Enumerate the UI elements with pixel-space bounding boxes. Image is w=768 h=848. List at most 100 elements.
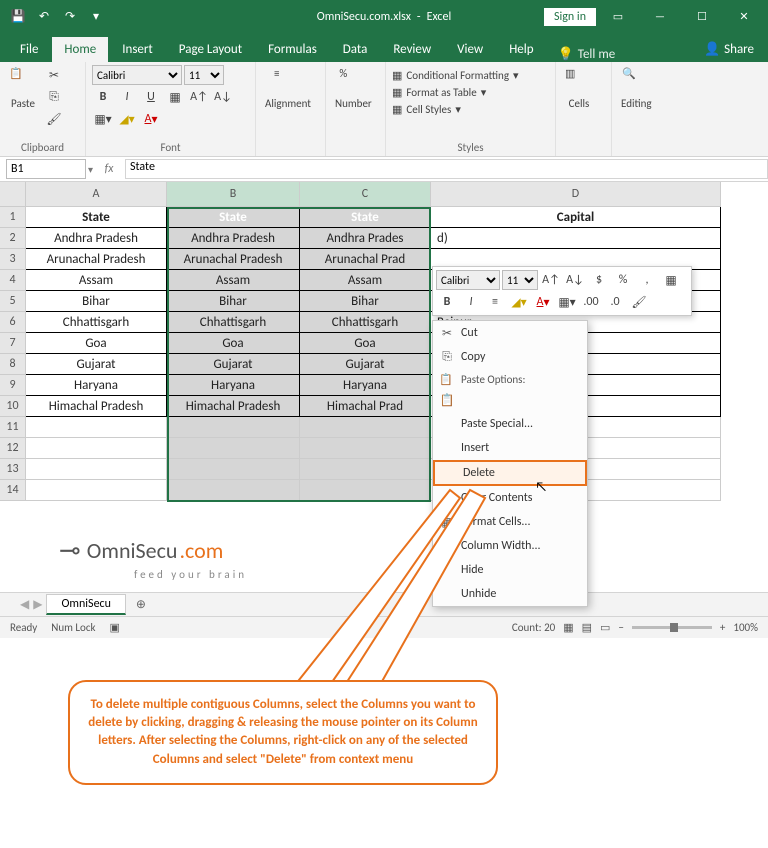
cell[interactable]: Haryana bbox=[167, 375, 300, 396]
paste-button[interactable]: 📋 Paste bbox=[6, 65, 40, 112]
cell[interactable]: State bbox=[26, 207, 167, 228]
maximize-icon[interactable]: ☐ bbox=[682, 0, 722, 33]
row-header[interactable]: 4 bbox=[0, 270, 25, 291]
cell[interactable]: State bbox=[167, 207, 300, 228]
cell[interactable]: Himachal Prad bbox=[300, 396, 431, 417]
cells-button[interactable]: ▥Cells bbox=[562, 65, 596, 112]
view-layout-icon[interactable]: ▤ bbox=[582, 621, 592, 634]
mini-font-select[interactable]: Calibri bbox=[436, 270, 500, 290]
fill-color-button[interactable]: ◢▾ bbox=[116, 109, 138, 129]
cell[interactable]: Chhattisgarh bbox=[300, 312, 431, 333]
tab-insert[interactable]: Insert bbox=[110, 37, 165, 62]
cell[interactable]: Goa bbox=[26, 333, 167, 354]
cell[interactable]: Gujarat bbox=[300, 354, 431, 375]
ctx-cut[interactable]: ✂Cut bbox=[433, 321, 587, 345]
cell[interactable]: State bbox=[300, 207, 431, 228]
row-header[interactable]: 10 bbox=[0, 396, 25, 417]
record-macro-icon[interactable]: ▣ bbox=[110, 621, 120, 634]
tab-home[interactable]: Home bbox=[52, 37, 108, 62]
mini-border[interactable]: ▦ bbox=[660, 270, 682, 290]
font-color-button[interactable]: A▾ bbox=[140, 109, 162, 129]
italic-button[interactable]: I bbox=[116, 87, 138, 107]
column-header[interactable]: A bbox=[26, 182, 167, 207]
cell[interactable] bbox=[167, 438, 300, 459]
cell[interactable]: Himachal Pradesh bbox=[26, 396, 167, 417]
undo-icon[interactable]: ↶ bbox=[32, 5, 56, 29]
cell[interactable]: Bihar bbox=[26, 291, 167, 312]
row-header[interactable]: 9 bbox=[0, 375, 25, 396]
tab-data[interactable]: Data bbox=[331, 37, 380, 62]
mini-italic[interactable]: I bbox=[460, 292, 482, 312]
zoom-out-icon[interactable]: − bbox=[618, 621, 623, 634]
cell[interactable] bbox=[26, 438, 167, 459]
column-header[interactable]: B bbox=[167, 182, 300, 207]
mini-dec-decimal[interactable]: .0 bbox=[604, 292, 626, 312]
alignment-button[interactable]: ≡Alignment bbox=[262, 65, 314, 112]
row-header[interactable]: 11 bbox=[0, 417, 25, 438]
cell[interactable]: Haryana bbox=[26, 375, 167, 396]
cell[interactable]: Gujarat bbox=[26, 354, 167, 375]
cell-styles-button[interactable]: ▦Cell Styles▾ bbox=[392, 103, 461, 116]
cell[interactable] bbox=[300, 459, 431, 480]
cell[interactable]: Bihar bbox=[300, 291, 431, 312]
cell[interactable] bbox=[26, 417, 167, 438]
row-header[interactable]: 14 bbox=[0, 480, 25, 501]
cell[interactable] bbox=[167, 417, 300, 438]
column-header[interactable]: D bbox=[431, 182, 721, 207]
cell[interactable] bbox=[167, 459, 300, 480]
number-button[interactable]: %Number bbox=[332, 65, 375, 112]
mini-format-painter[interactable]: 🖌 bbox=[628, 292, 650, 312]
mini-inc-decimal[interactable]: .00 bbox=[580, 292, 602, 312]
close-icon[interactable]: ✕ bbox=[724, 0, 764, 33]
ctx-paste-default[interactable]: 📋 bbox=[433, 388, 587, 412]
view-normal-icon[interactable]: ▦ bbox=[563, 621, 573, 634]
cell[interactable]: Goa bbox=[300, 333, 431, 354]
formula-input[interactable]: State bbox=[125, 159, 768, 179]
cell[interactable] bbox=[300, 438, 431, 459]
ctx-copy[interactable]: ⎘Copy bbox=[433, 345, 587, 369]
border-button[interactable]: ▦ bbox=[164, 87, 186, 107]
mini-bold[interactable]: B bbox=[436, 292, 458, 312]
copy-icon[interactable]: ⎘ bbox=[43, 87, 65, 107]
tell-me[interactable]: 💡 Tell me bbox=[558, 47, 616, 62]
ctx-delete[interactable]: Delete bbox=[433, 460, 587, 486]
mini-font-color[interactable]: A▾ bbox=[532, 292, 554, 312]
sheet-nav-next-icon[interactable]: ▶ bbox=[33, 597, 42, 612]
ctx-insert[interactable]: Insert bbox=[433, 436, 587, 460]
tab-formulas[interactable]: Formulas bbox=[256, 37, 329, 62]
cell[interactable]: Arunachal Pradesh bbox=[167, 249, 300, 270]
cell[interactable]: Gujarat bbox=[167, 354, 300, 375]
row-header[interactable]: 12 bbox=[0, 438, 25, 459]
cell[interactable]: Bihar bbox=[167, 291, 300, 312]
redo-icon[interactable]: ↷ bbox=[58, 5, 82, 29]
tab-review[interactable]: Review bbox=[381, 37, 443, 62]
cell[interactable]: Chhattisgarh bbox=[167, 312, 300, 333]
mini-grow-font[interactable]: A↑ bbox=[540, 270, 562, 290]
ctx-paste-special[interactable]: Paste Special... bbox=[433, 412, 587, 436]
border-dropdown[interactable]: ▦▾ bbox=[92, 109, 114, 129]
name-box[interactable]: B1 bbox=[6, 159, 86, 179]
cell[interactable] bbox=[300, 417, 431, 438]
zoom-slider[interactable] bbox=[632, 626, 712, 629]
tab-file[interactable]: File bbox=[8, 37, 50, 62]
ribbon-options-icon[interactable]: ▭ bbox=[598, 0, 638, 33]
cell[interactable]: Himachal Pradesh bbox=[167, 396, 300, 417]
cell[interactable]: d) bbox=[431, 228, 721, 249]
tab-page-layout[interactable]: Page Layout bbox=[167, 37, 254, 62]
add-sheet-button[interactable]: ⊕ bbox=[130, 594, 152, 616]
zoom-in-icon[interactable]: + bbox=[720, 621, 725, 634]
tab-view[interactable]: View bbox=[445, 37, 495, 62]
font-size-select[interactable]: 11 bbox=[184, 65, 224, 85]
row-header[interactable]: 5 bbox=[0, 291, 25, 312]
row-header[interactable]: 8 bbox=[0, 354, 25, 375]
column-header[interactable]: C bbox=[300, 182, 431, 207]
cell[interactable]: Arunachal Pradesh bbox=[26, 249, 167, 270]
row-header[interactable]: 3 bbox=[0, 249, 25, 270]
qat-dropdown-icon[interactable]: ▾ bbox=[84, 5, 108, 29]
mini-border-drop[interactable]: ▦▾ bbox=[556, 292, 578, 312]
mini-shrink-font[interactable]: A↓ bbox=[564, 270, 586, 290]
mini-comma[interactable]: , bbox=[636, 270, 658, 290]
select-all-corner[interactable] bbox=[0, 182, 26, 207]
cell[interactable] bbox=[26, 480, 167, 501]
shrink-font-button[interactable]: A↓ bbox=[212, 87, 234, 107]
